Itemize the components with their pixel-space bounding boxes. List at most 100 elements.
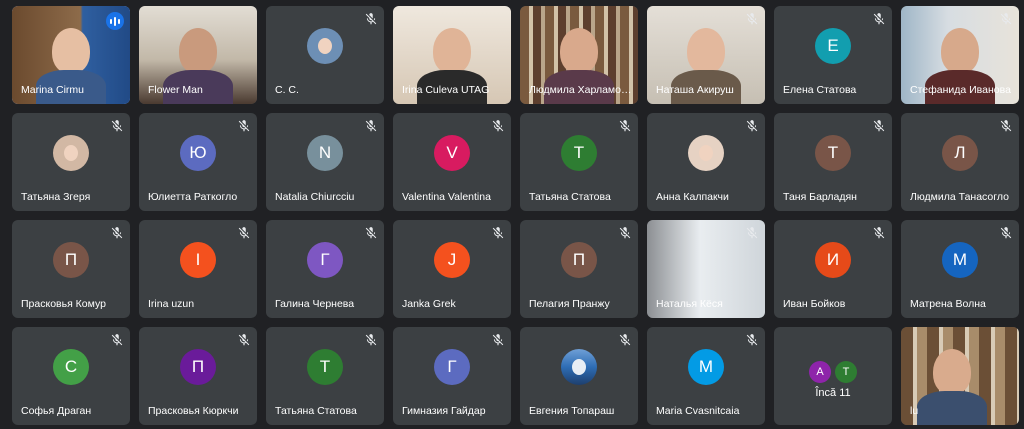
mic-off-icon [491, 119, 505, 133]
initial-avatar: С [53, 349, 89, 385]
participant-tile[interactable]: Л Людмила Танасогло [901, 113, 1019, 211]
initial-avatar: П [53, 242, 89, 278]
mic-off-icon [872, 119, 886, 133]
participant-tile[interactable]: Т Татьяна Статова [520, 113, 638, 211]
participant-tile[interactable]: Marina Cirmu [12, 6, 130, 104]
participant-tile[interactable]: Г Гимназия Гайдар [393, 327, 511, 425]
mic-off-icon [364, 226, 378, 240]
initial-avatar: Т [307, 349, 343, 385]
mic-off-icon [745, 226, 759, 240]
participant-tile[interactable]: I Irina uzun [139, 220, 257, 318]
participant-tile[interactable]: Людмила Харламова [520, 6, 638, 104]
photo-face [572, 359, 586, 375]
participant-tile[interactable]: И Иван Бойков [774, 220, 892, 318]
participant-tile[interactable]: Т Татьяна Статова [266, 327, 384, 425]
participant-tile[interactable]: lu [901, 327, 1019, 425]
mic-off-icon [110, 333, 124, 347]
participant-tile[interactable]: Е Елена Статова [774, 6, 892, 104]
profile-photo [561, 349, 597, 385]
mic-off-icon [999, 12, 1013, 26]
participant-tile[interactable]: Наталья Кёся [647, 220, 765, 318]
participant-tile[interactable]: П Прасковья Комур [12, 220, 130, 318]
profile-photo [688, 135, 724, 171]
participant-name: C. C. [275, 84, 299, 96]
participant-tile[interactable]: Евгения Топараш [520, 327, 638, 425]
mic-off-icon [745, 12, 759, 26]
mic-off-icon [745, 333, 759, 347]
initial-avatar: И [815, 242, 851, 278]
others-tile[interactable]: A T Încă 11 [774, 327, 892, 425]
initial-avatar: Т [815, 135, 851, 171]
participant-name: Стефанида Иванова [910, 84, 1011, 96]
profile-photo [307, 28, 343, 64]
mic-off-icon [364, 333, 378, 347]
participant-name: Анна Калпакчи [656, 191, 729, 203]
initial-avatar: Г [434, 349, 470, 385]
participant-tile[interactable]: V Valentina Valentina [393, 113, 511, 211]
participant-tile[interactable]: Стефанида Иванова [901, 6, 1019, 104]
participant-name: Татьяна Згеря [21, 191, 91, 203]
participant-tile[interactable]: М Матрена Волна [901, 220, 1019, 318]
participant-name: Гимназия Гайдар [402, 405, 486, 417]
participant-face [933, 349, 971, 395]
participant-name: Janka Grek [402, 298, 456, 310]
participant-tile[interactable]: Наташа Акируш [647, 6, 765, 104]
participant-name: Таня Барладян [783, 191, 857, 203]
participant-tile[interactable]: N Natalia Chiurcciu [266, 113, 384, 211]
initial-avatar: Е [815, 28, 851, 64]
mic-off-icon [237, 119, 251, 133]
participant-tile[interactable]: Irina Culeva UTAG [393, 6, 511, 104]
participant-tile[interactable]: C. C. [266, 6, 384, 104]
initial-avatar: J [434, 242, 470, 278]
initial-avatar: Т [561, 135, 597, 171]
mic-off-icon [364, 12, 378, 26]
participant-name: Галина Чернева [275, 298, 355, 310]
initial-avatar: П [180, 349, 216, 385]
photo-face [318, 38, 332, 54]
mic-off-icon [491, 333, 505, 347]
initial-avatar: V [434, 135, 470, 171]
initial-avatar: Ю [180, 135, 216, 171]
participant-name: Прасковья Кюркчи [148, 405, 239, 417]
mic-off-icon [618, 119, 632, 133]
participant-tile[interactable]: J Janka Grek [393, 220, 511, 318]
participant-name: Татьяна Статова [529, 191, 611, 203]
photo-face [699, 145, 713, 161]
participant-name: Irina uzun [148, 298, 195, 310]
participant-name: Natalia Chiurcciu [275, 191, 355, 203]
mic-off-icon [872, 12, 886, 26]
audio-level-icon [106, 12, 124, 30]
participant-name: lu [910, 405, 919, 417]
participant-name: Евгения Топараш [529, 405, 615, 417]
mic-off-icon [364, 119, 378, 133]
participant-name: Людмила Харламова [529, 84, 632, 96]
participant-tile[interactable]: Ю Юлиетта Раткогло [139, 113, 257, 211]
participant-tile[interactable]: Flower Man [139, 6, 257, 104]
mic-off-icon [999, 119, 1013, 133]
mic-off-icon [110, 119, 124, 133]
participant-tile[interactable]: Т Таня Барладян [774, 113, 892, 211]
participant-name: Иван Бойков [783, 298, 846, 310]
participant-name: Maria Cvasnitcaia [656, 405, 740, 417]
participant-name: Valentina Valentina [402, 191, 491, 203]
participant-tile[interactable]: M Maria Cvasnitcaia [647, 327, 765, 425]
profile-photo [53, 135, 89, 171]
participant-tile[interactable]: Татьяна Згеря [12, 113, 130, 211]
initial-avatar: П [561, 242, 597, 278]
participant-name: Софья Драган [21, 405, 92, 417]
mini-avatar: A [809, 361, 831, 383]
participant-face [52, 28, 90, 74]
participant-tile[interactable]: П Прасковья Кюркчи [139, 327, 257, 425]
participant-tile[interactable]: Г Галина Чернева [266, 220, 384, 318]
mic-off-icon [491, 226, 505, 240]
participant-tile[interactable]: П Пелагия Пранжу [520, 220, 638, 318]
participant-face [433, 28, 471, 74]
mic-off-icon [237, 226, 251, 240]
participant-tile[interactable]: С Софья Драган [12, 327, 130, 425]
mic-off-icon [237, 333, 251, 347]
participant-name: Юлиетта Раткогло [148, 191, 238, 203]
participant-name: Наталья Кёся [656, 298, 723, 310]
participant-name: Елена Статова [783, 84, 857, 96]
initial-avatar: N [307, 135, 343, 171]
participant-tile[interactable]: Анна Калпакчи [647, 113, 765, 211]
